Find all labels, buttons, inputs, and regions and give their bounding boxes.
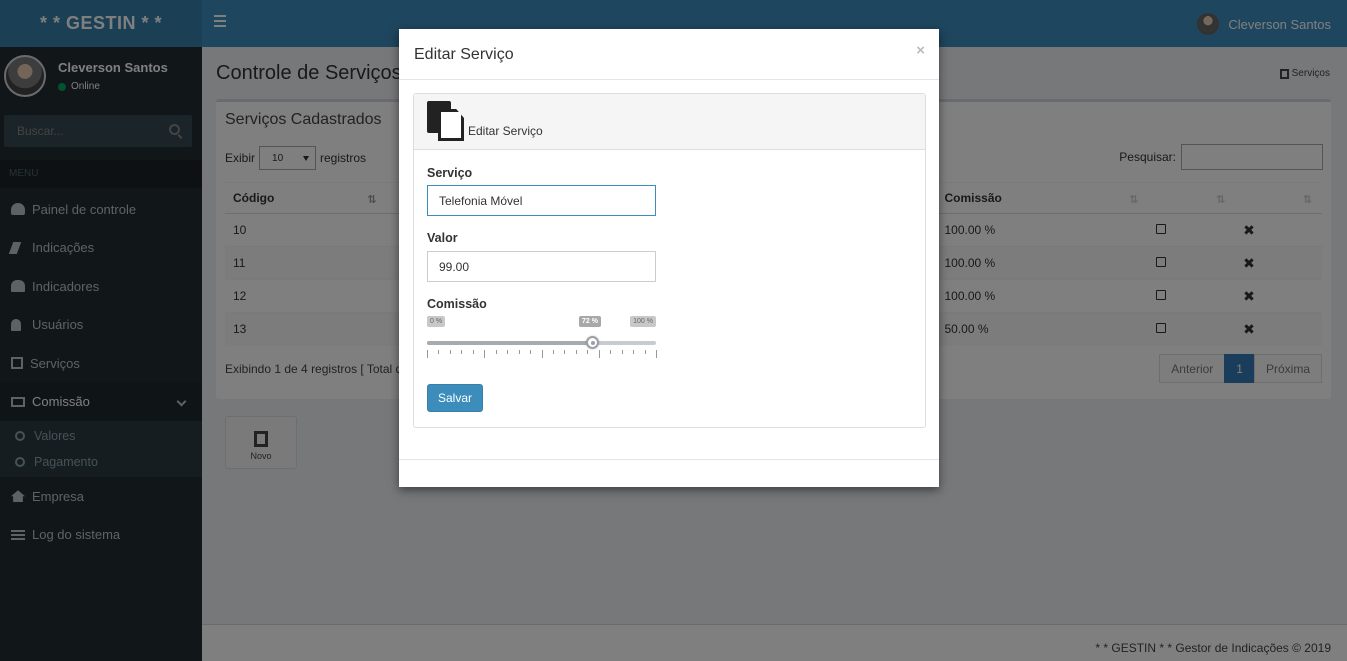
panel-title: Editar Serviço	[468, 124, 543, 138]
modal-title: Editar Serviço	[414, 46, 514, 63]
modal-header: Editar Serviço ×	[399, 29, 939, 80]
modal-footer	[399, 459, 939, 460]
slider-tick	[656, 350, 657, 358]
slider-tick	[622, 350, 623, 354]
edit-service-modal: Editar Serviço × Editar Serviço Serviço …	[399, 29, 939, 487]
slider-tick	[450, 350, 451, 354]
valor-input[interactable]	[427, 251, 656, 282]
slider-tick	[461, 350, 462, 354]
slider-tick	[507, 350, 508, 354]
valor-label: Valor	[427, 231, 458, 245]
slider-tick	[633, 350, 634, 354]
slider-tick	[473, 350, 474, 354]
copy-icon	[427, 101, 465, 141]
edit-panel: Editar Serviço Serviço Valor Comissão 0 …	[413, 93, 926, 428]
slider-tick	[530, 350, 531, 354]
slider-tick	[599, 350, 600, 358]
slider-tick	[553, 350, 554, 354]
panel-header: Editar Serviço	[414, 94, 925, 150]
slider-tick	[610, 350, 611, 354]
slider-tick	[576, 350, 577, 354]
slider-current-label: 72 %	[579, 316, 601, 327]
slider-tick	[542, 350, 543, 358]
slider-handle[interactable]	[586, 336, 599, 349]
slider-tick	[484, 350, 485, 358]
servico-input[interactable]	[427, 185, 656, 216]
close-icon[interactable]: ×	[916, 42, 925, 59]
slider-tick	[519, 350, 520, 354]
slider-tick	[587, 350, 588, 354]
slider-fill	[427, 341, 592, 345]
slider-tick	[564, 350, 565, 354]
slider-tick	[645, 350, 646, 354]
comissao-slider[interactable]: 0 % 100 % 72 %	[427, 316, 657, 366]
slider-min-label: 0 %	[427, 316, 446, 327]
servico-label: Serviço	[427, 166, 473, 180]
slider-tick	[496, 350, 497, 354]
comissao-label: Comissão	[427, 297, 487, 311]
slider-tick	[438, 350, 439, 354]
slider-max-label: 100 %	[630, 316, 656, 327]
save-button[interactable]: Salvar	[427, 384, 483, 412]
slider-tick	[427, 350, 428, 358]
